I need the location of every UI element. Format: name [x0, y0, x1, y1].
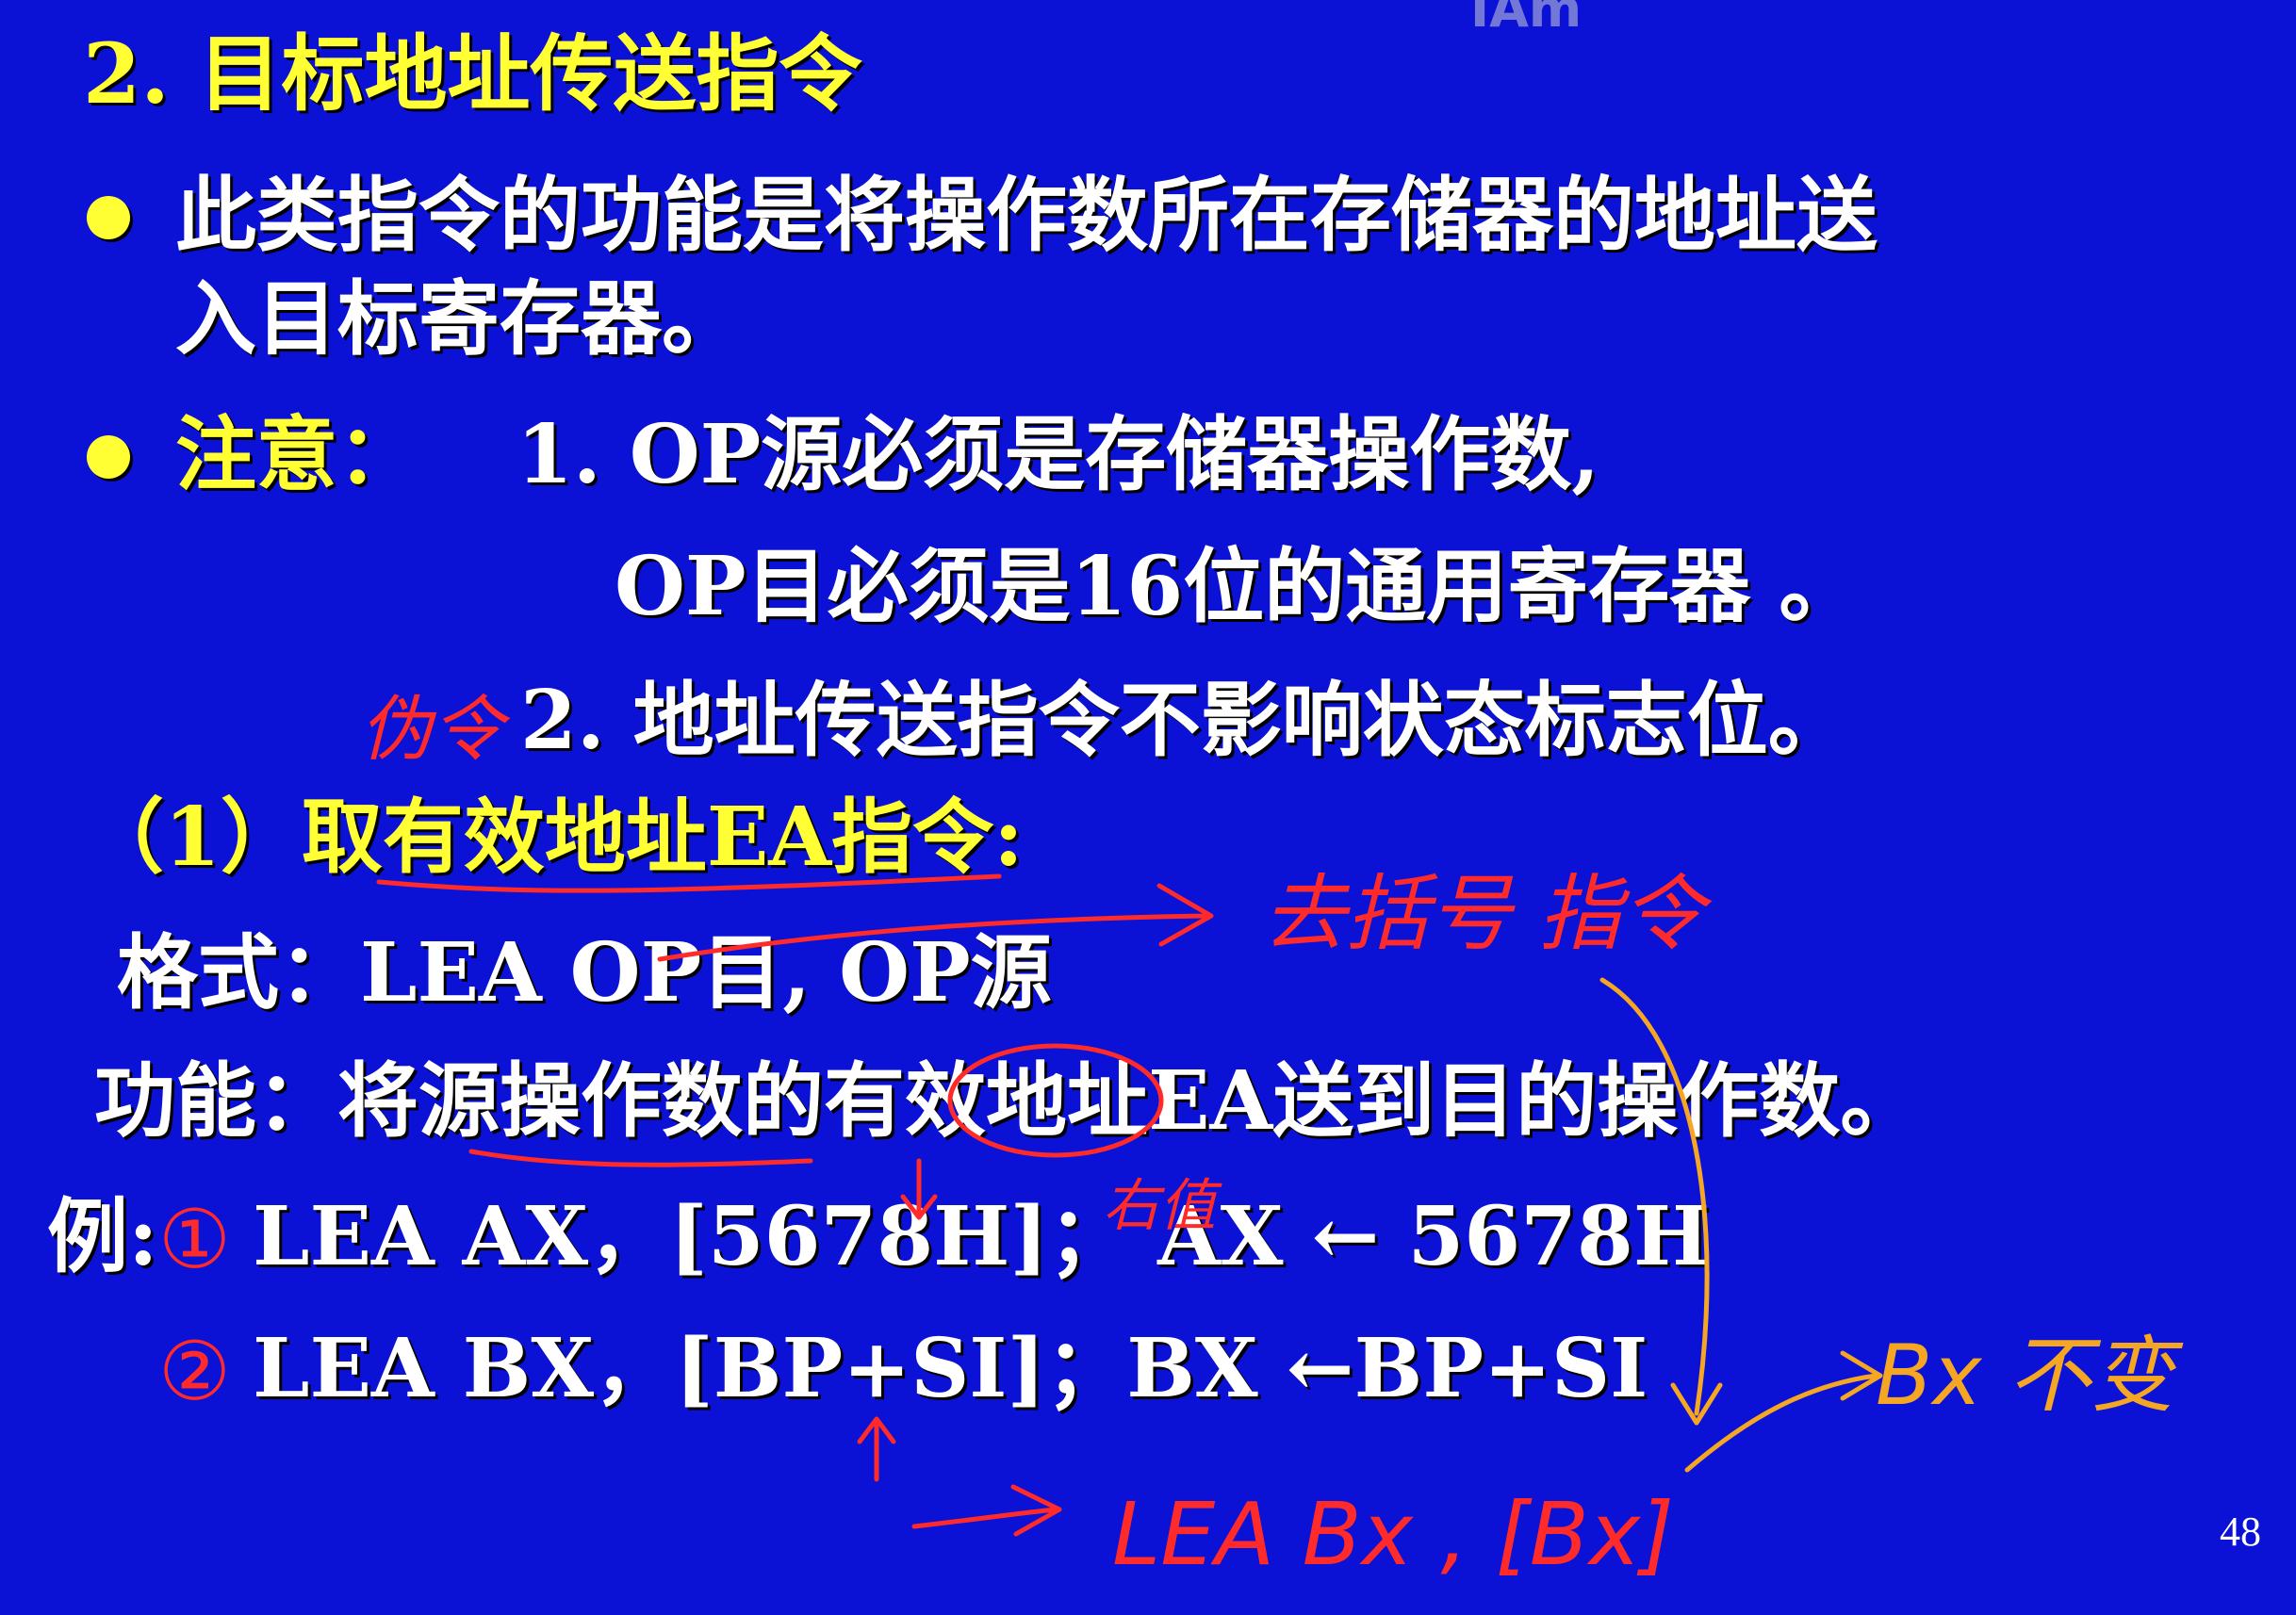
annotation-lea-bx: LEA Bx , [Bx] [1112, 1484, 1674, 1585]
bullet-dot [87, 435, 130, 479]
annotation-circle1: ① [158, 1193, 231, 1287]
example-2: LEA BX，[BP+SI]；BX ←BP+SI [253, 1321, 1648, 1416]
bullet1-line2: 入目标寄存器。 [175, 271, 743, 367]
annotation-bx-unchanged: Bx 不变 [1876, 1327, 2184, 1424]
annotation-fetch-address: 去括号 指令 [1263, 865, 1713, 962]
slide-title: 2. 目标地址传送指令 [83, 24, 862, 122]
slide: IAm 2. 目标地址传送指令 此类指令的功能是将操作数所在存储器的地址送 入目… [0, 0, 2296, 1615]
orange-arrow-bx [1684, 1373, 1878, 1473]
watermark: IAm [1470, 0, 1583, 39]
example-1: LEA AX，[5678H]； AX ← 5678H [253, 1189, 1711, 1284]
annotation-note-prefix: 伪令 [360, 687, 511, 771]
note2: 2. 地址传送指令不影响状态标志位。 [520, 673, 1849, 768]
note1-line2: OP目必须是16位的通用寄存器 。 [615, 539, 1861, 634]
arrow-lea-bx [911, 1507, 1058, 1529]
annotation-circle2: ② [158, 1325, 231, 1419]
bullet-dot [87, 196, 130, 239]
example-label: 例: [47, 1189, 158, 1284]
page-number: 48 [2220, 1509, 2261, 1555]
function-line: 功能：将源操作数的有效地址EA送到目的操作数。 [94, 1053, 1922, 1149]
note-label: 注意： [175, 407, 418, 502]
bullet1-line1: 此类指令的功能是将操作数所在存储器的地址送 [175, 168, 1878, 263]
underline-source [468, 1149, 813, 1167]
note1-line1: 1. OP源必须是存储器操作数, [517, 407, 1600, 502]
format-line: 格式：LEA OP目, OP源 [117, 925, 1052, 1020]
arrow-head-fetch [1156, 883, 1214, 947]
sub-heading: （1）取有效地址EA指令: [83, 790, 1024, 885]
